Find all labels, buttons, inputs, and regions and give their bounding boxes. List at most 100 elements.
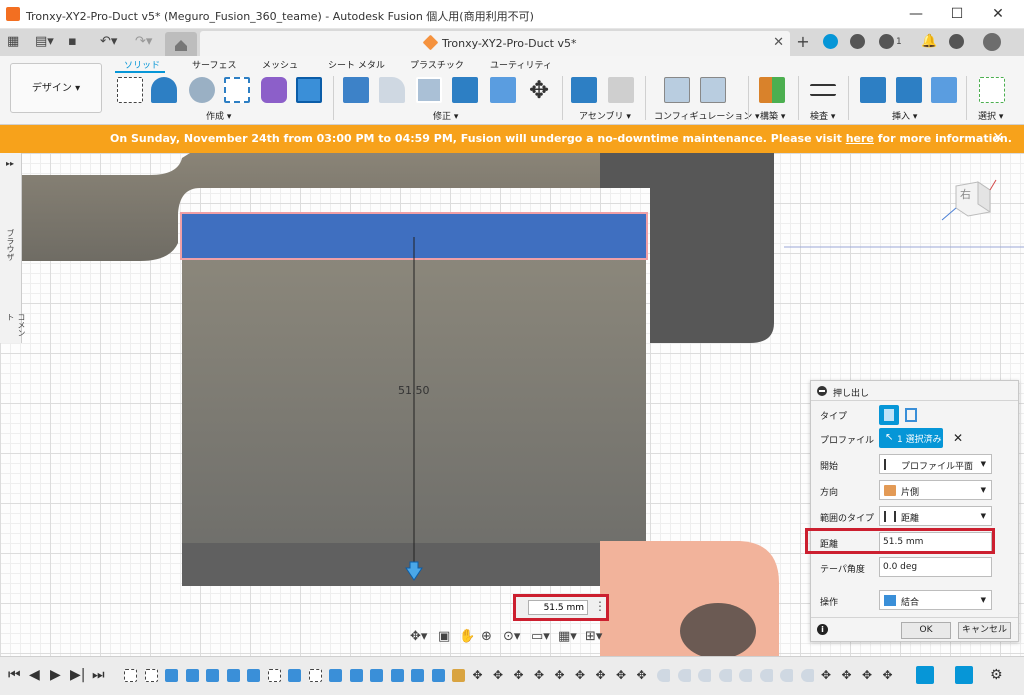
- undo-icon[interactable]: ↶▾: [100, 34, 117, 50]
- direction-select[interactable]: 片側 ▼: [879, 480, 992, 500]
- combine-icon[interactable]: [452, 77, 478, 103]
- new-tab-button[interactable]: +: [793, 33, 813, 51]
- assemble-group-label[interactable]: アセンブリ ▾: [579, 109, 631, 122]
- timeline-feature[interactable]: ✥: [637, 669, 650, 682]
- construct-group-label[interactable]: 構築 ▾: [760, 109, 785, 122]
- timeline-feature[interactable]: [206, 669, 219, 682]
- display-settings-icon[interactable]: ▭▾: [531, 629, 550, 644]
- form-icon[interactable]: [151, 77, 177, 103]
- timeline-feature[interactable]: ✥: [862, 669, 875, 682]
- minimize-button[interactable]: —: [905, 4, 927, 24]
- press-pull-icon[interactable]: [343, 77, 369, 103]
- timeline-feature[interactable]: [780, 669, 793, 682]
- collapse-icon[interactable]: [817, 386, 827, 396]
- notifications-bell-icon[interactable]: 🔔: [921, 34, 937, 50]
- joint-icon[interactable]: [608, 77, 634, 103]
- extrude-tool-icon[interactable]: [296, 77, 322, 103]
- timeline-start-icon[interactable]: ⏮: [8, 667, 21, 683]
- fit-icon[interactable]: ⊙▾: [503, 629, 520, 644]
- close-window-button[interactable]: ✕: [987, 4, 1009, 24]
- timeline-feature[interactable]: ✥: [575, 669, 588, 682]
- timeline-next-icon[interactable]: ▶|: [70, 667, 85, 683]
- save-icon[interactable]: ▪: [68, 34, 77, 50]
- clear-selection-icon[interactable]: ✕: [953, 431, 963, 445]
- timeline-feature[interactable]: [739, 669, 752, 682]
- timeline-feature[interactable]: [288, 669, 301, 682]
- pan-icon[interactable]: ✋: [459, 629, 475, 644]
- tab-solid[interactable]: ソリッド: [124, 58, 160, 71]
- configure-table-icon[interactable]: [664, 77, 690, 103]
- insert-derive-icon[interactable]: [860, 77, 886, 103]
- pattern-icon[interactable]: [224, 77, 250, 103]
- timeline-feature[interactable]: ✥: [616, 669, 629, 682]
- document-tab[interactable]: Tronxy-XY2-Pro-Duct v5* ✕: [200, 31, 790, 56]
- maximize-button[interactable]: ☐: [946, 4, 968, 24]
- create-base-feature-icon[interactable]: [261, 77, 287, 103]
- timeline-feature[interactable]: [185, 669, 199, 682]
- timeline-feature[interactable]: [308, 669, 322, 682]
- tab-plastic[interactable]: プラスチック: [410, 58, 464, 71]
- insert-canvas-icon[interactable]: [931, 77, 957, 103]
- viewports-icon[interactable]: ⊞▾: [585, 629, 602, 644]
- timeline-feature[interactable]: [267, 669, 281, 682]
- timeline-feature[interactable]: ✥: [883, 669, 896, 682]
- cancel-button[interactable]: キャンセル: [958, 622, 1011, 639]
- create-sketch-icon[interactable]: [117, 77, 143, 103]
- fillet-icon[interactable]: [379, 77, 405, 103]
- timeline-feature[interactable]: [165, 669, 178, 682]
- timeline-feature[interactable]: [759, 669, 773, 682]
- timeline-feature[interactable]: [718, 669, 732, 682]
- profile-select-button[interactable]: ↖ 1 選択済み: [879, 428, 943, 448]
- info-icon[interactable]: i: [817, 624, 828, 635]
- insert-mcmaster-icon[interactable]: [896, 77, 922, 103]
- timeline-feature[interactable]: [411, 669, 424, 682]
- timeline-feature[interactable]: [431, 669, 445, 682]
- operation-select[interactable]: 結合 ▼: [879, 590, 992, 610]
- user-avatar[interactable]: [983, 33, 1001, 51]
- file-menu-icon[interactable]: ▤▾: [35, 34, 54, 50]
- timeline-feature[interactable]: [677, 669, 691, 682]
- banner-link[interactable]: here: [846, 132, 874, 145]
- expand-panel-icon[interactable]: ▸▸: [6, 159, 14, 168]
- insert-group-label[interactable]: 挿入 ▾: [892, 109, 917, 122]
- tab-utility[interactable]: ユーティリティ: [490, 58, 552, 71]
- select-group-label[interactable]: 選択 ▾: [978, 109, 1003, 122]
- timeline-feature[interactable]: [698, 669, 711, 682]
- timeline-settings-gear-icon[interactable]: ⚙: [990, 667, 1003, 683]
- viewcube[interactable]: 右: [938, 168, 998, 228]
- online-status-icon[interactable]: [850, 34, 865, 49]
- inspect-group-label[interactable]: 検査 ▾: [810, 109, 835, 122]
- timeline-feature[interactable]: [124, 669, 137, 682]
- type-solid-button[interactable]: [879, 405, 899, 425]
- banner-close-button[interactable]: ✕: [992, 130, 1004, 146]
- shell-icon[interactable]: [416, 77, 442, 103]
- offset-plane-icon[interactable]: [759, 77, 785, 103]
- orbit-icon[interactable]: ✥▾: [410, 629, 427, 644]
- timeline-feature[interactable]: ✥: [821, 669, 834, 682]
- timeline-feature[interactable]: [800, 669, 814, 682]
- timeline-feature[interactable]: [247, 669, 260, 682]
- timeline-feature[interactable]: ✥: [842, 669, 855, 682]
- timeline-feature[interactable]: [452, 669, 465, 682]
- configure-group-label[interactable]: コンフィギュレーション ▾: [654, 109, 760, 122]
- timeline-feature[interactable]: ✥: [534, 669, 547, 682]
- timeline-feature[interactable]: [226, 669, 240, 682]
- browser-label[interactable]: ブラウザ: [5, 229, 16, 261]
- modify-group-label[interactable]: 修正 ▾: [433, 109, 458, 122]
- more-options-icon[interactable]: ⋮: [594, 599, 606, 613]
- timeline-prev-icon[interactable]: ◀: [29, 667, 40, 683]
- extent-select[interactable]: 距離 ▼: [879, 506, 992, 526]
- close-tab-button[interactable]: ✕: [773, 35, 784, 50]
- hole-icon[interactable]: [189, 77, 215, 103]
- inline-distance-input[interactable]: [528, 600, 588, 615]
- tab-surface[interactable]: サーフェス: [192, 58, 236, 71]
- zoom-icon[interactable]: ⊕: [481, 629, 492, 644]
- dimension-label[interactable]: 51.50: [398, 384, 430, 397]
- look-at-icon[interactable]: ▣: [438, 629, 450, 644]
- help-icon[interactable]: [949, 34, 964, 49]
- align-icon[interactable]: [490, 77, 516, 103]
- timeline-selected-feature[interactable]: [916, 666, 934, 684]
- timeline-feature[interactable]: ✥: [514, 669, 527, 682]
- app-grid-icon[interactable]: ▦: [7, 34, 19, 50]
- timeline-feature[interactable]: [349, 669, 363, 682]
